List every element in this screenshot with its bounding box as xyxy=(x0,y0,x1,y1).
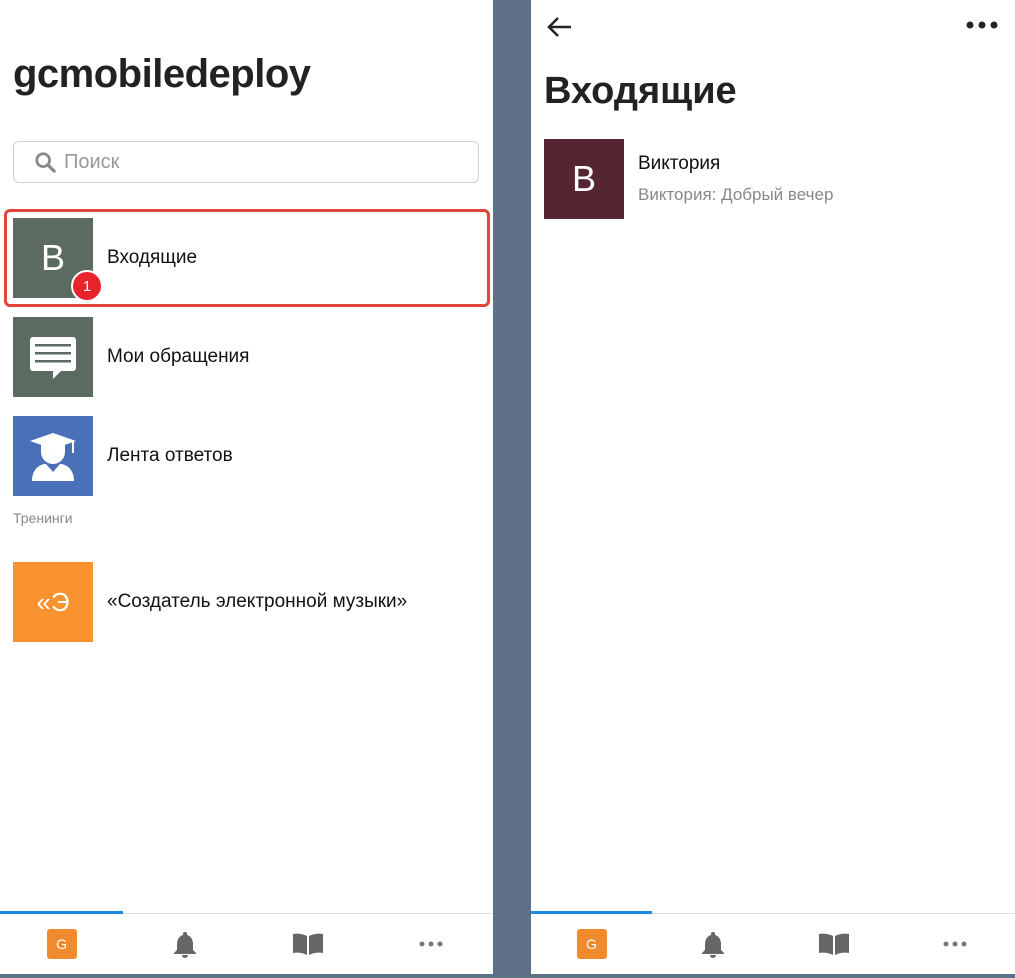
page-title: Входящие xyxy=(544,70,737,112)
list-item-label: Входящие xyxy=(107,247,198,268)
avatar: «Э xyxy=(13,562,93,642)
tab-library[interactable] xyxy=(773,914,894,974)
avatar-letter: В xyxy=(40,237,65,278)
app-title: gcmobiledeploy xyxy=(13,52,311,96)
search-icon xyxy=(35,152,56,173)
list-item-label: «Создатель электронной музыки» xyxy=(107,591,408,612)
list-item-my-requests[interactable]: Мои обращения xyxy=(13,317,483,397)
active-tab-indicator xyxy=(531,911,652,914)
g-app-icon: G xyxy=(576,929,607,959)
avatar-letter: В xyxy=(571,158,596,199)
bell-icon xyxy=(701,932,724,958)
conversation-item[interactable]: В Виктория Виктория: Добрый вечер xyxy=(544,139,1004,219)
back-arrow-icon[interactable] xyxy=(545,14,575,40)
right-screen: Входящие В Виктория Виктория: Добрый веч… xyxy=(531,0,1015,974)
g-app-icon: G xyxy=(46,929,77,959)
avatar: В xyxy=(544,139,624,219)
bell-icon xyxy=(173,932,196,958)
list-item-answers-feed[interactable]: Лента ответов xyxy=(13,416,483,496)
list-item-label: Лента ответов xyxy=(107,445,233,466)
tab-library[interactable] xyxy=(247,914,370,974)
conversation-name: Виктория xyxy=(638,153,721,174)
book-icon xyxy=(818,933,849,955)
bottom-tab-bar: G xyxy=(0,911,493,974)
more-horizontal-icon xyxy=(943,941,966,947)
more-options-icon[interactable] xyxy=(965,14,999,36)
list-item-training[interactable]: «Э «Создатель электронной музыки» xyxy=(13,562,483,642)
conversation-preview: Виктория: Добрый вечер xyxy=(638,185,834,204)
tab-more[interactable] xyxy=(894,914,1015,974)
book-icon xyxy=(293,933,324,955)
avatar-text: «Э xyxy=(36,586,70,617)
section-label-trainings: Тренинги xyxy=(13,510,73,526)
active-tab-indicator xyxy=(0,911,123,914)
list-item-label: Мои обращения xyxy=(107,346,250,367)
tab-home[interactable]: G xyxy=(531,914,652,974)
conversation-text: Виктория Виктория: Добрый вечер xyxy=(638,139,833,219)
search-input[interactable] xyxy=(62,149,446,175)
tab-notifications[interactable] xyxy=(652,914,773,974)
unread-badge: 1 xyxy=(71,270,103,302)
avatar: В 1 xyxy=(13,218,103,302)
search-box[interactable] xyxy=(13,141,479,183)
graduate-icon xyxy=(13,416,93,496)
tab-home[interactable]: G xyxy=(0,914,123,974)
bottom-tab-bar: G xyxy=(531,911,1015,974)
left-screen: gcmobiledeploy В 1 Входящие Мои обращени… xyxy=(0,0,493,974)
more-horizontal-icon xyxy=(419,941,443,947)
tab-notifications[interactable] xyxy=(123,914,246,974)
chat-bubble-icon xyxy=(13,317,93,397)
tab-more[interactable] xyxy=(370,914,493,974)
list-item-inbox[interactable]: В 1 Входящие xyxy=(13,218,483,302)
